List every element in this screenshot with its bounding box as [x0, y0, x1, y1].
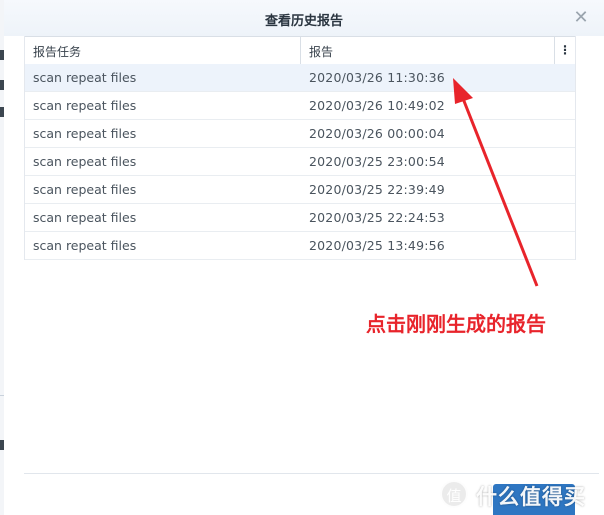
arrow-line [460, 95, 539, 287]
annotation-arrow [453, 78, 539, 287]
watermark-text: 什么值得买 [476, 485, 586, 509]
watermark-logo-icon: 值 [440, 480, 468, 508]
annotation-label: 点击刚刚生成的报告 [366, 312, 546, 336]
site-watermark: 值 什么值得买 [440, 478, 604, 512]
arrow-head [453, 78, 473, 104]
